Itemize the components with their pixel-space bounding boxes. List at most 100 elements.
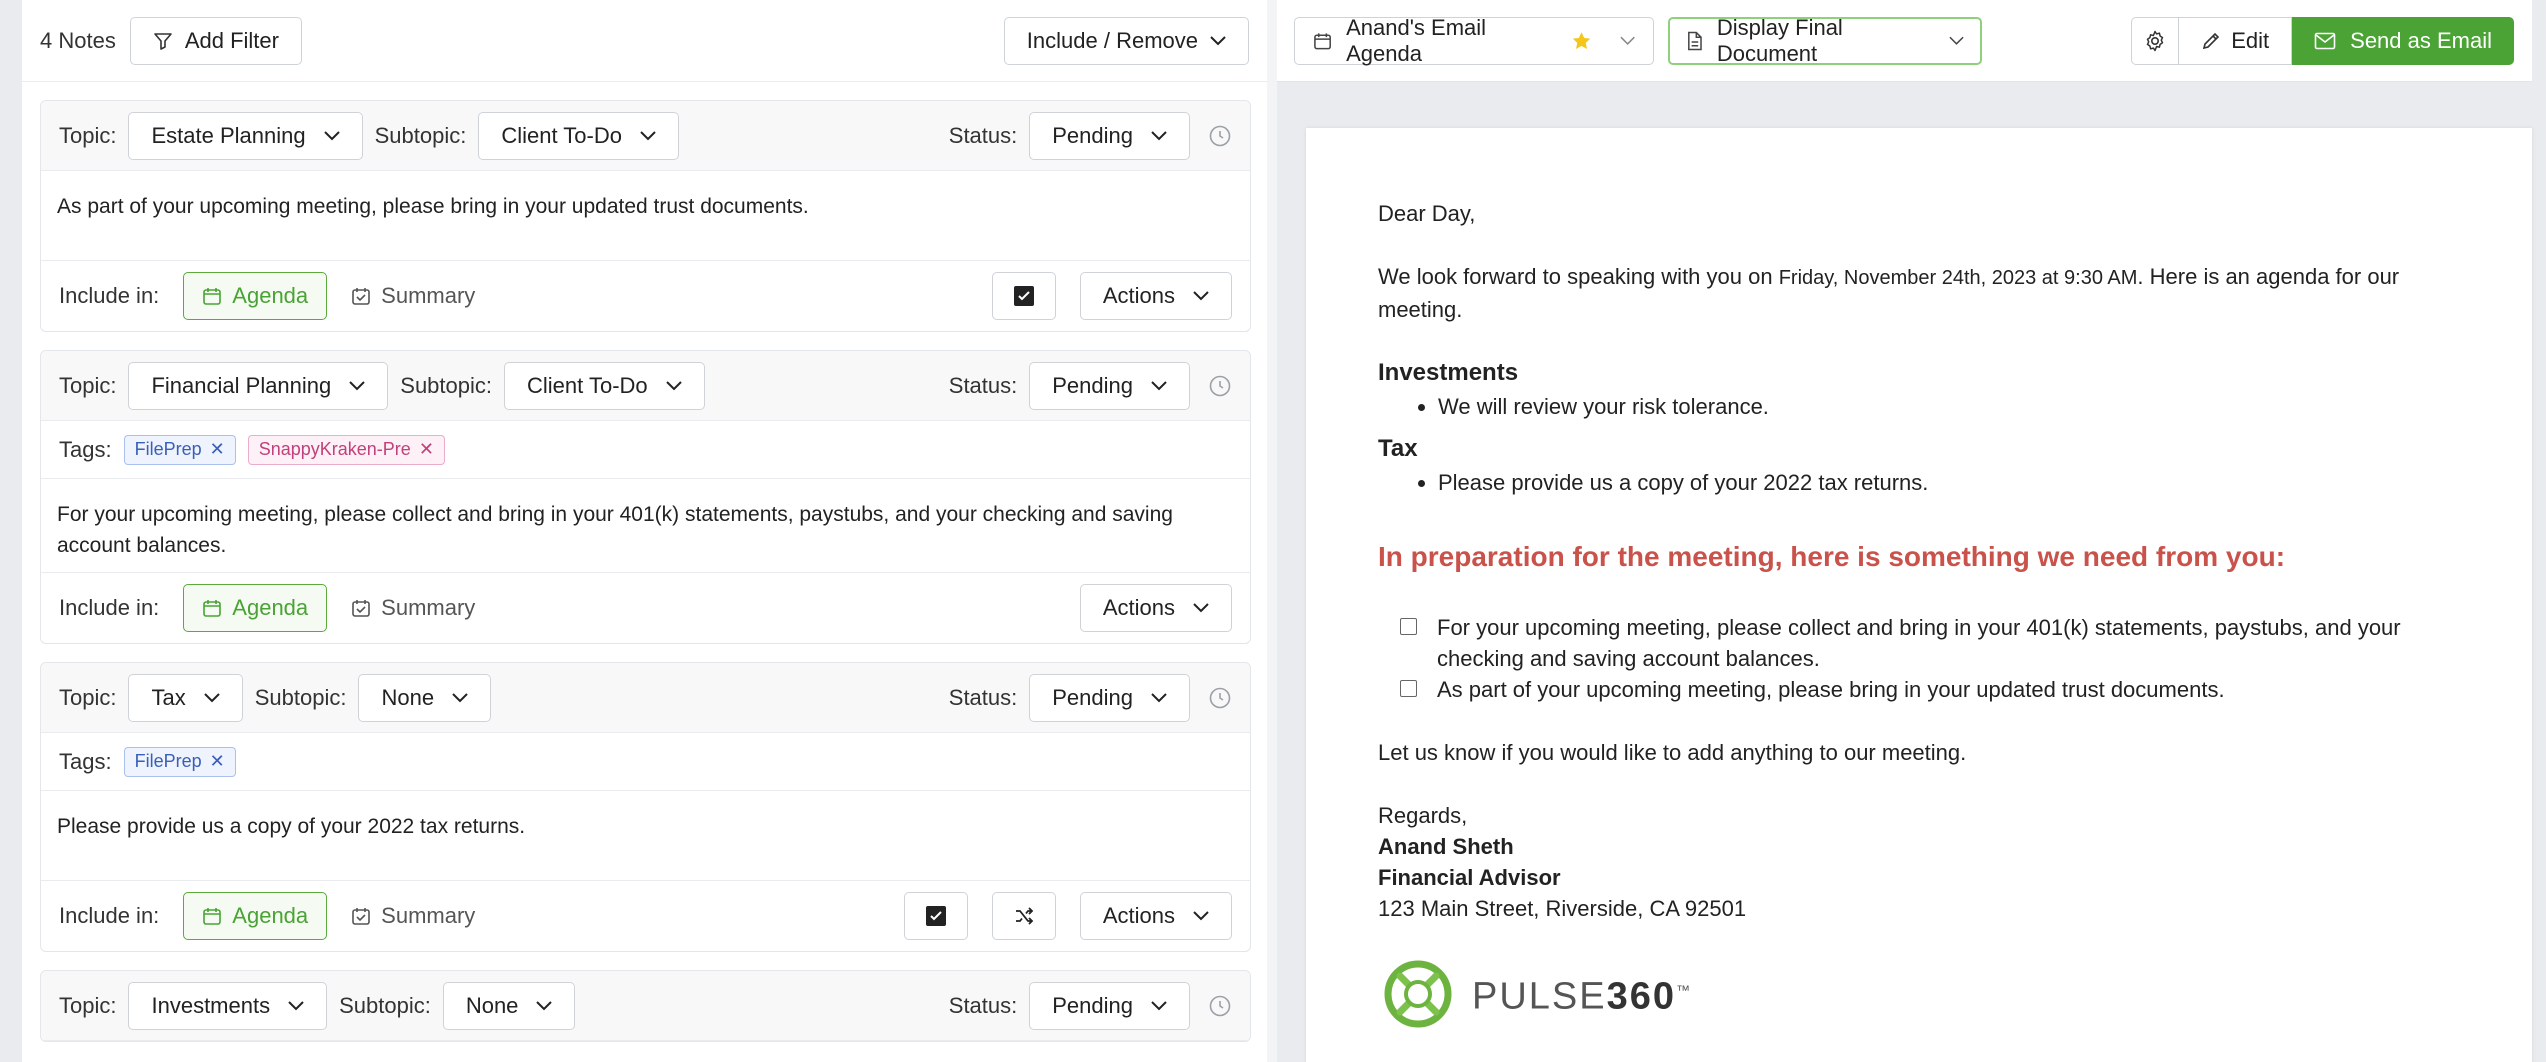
tag-chip: SnappyKraken-Pre ✕	[247, 434, 445, 465]
signer-address: 123 Main Street, Riverside, CA 92501	[1378, 896, 1747, 921]
edit-button[interactable]: Edit	[2179, 16, 2293, 65]
send-email-button[interactable]: Send as Email	[2292, 16, 2514, 65]
include-remove-dropdown[interactable]: Include / Remove	[1003, 16, 1249, 65]
chevron-down-icon	[204, 692, 220, 702]
note-footer: Include in: Agenda Summary Actions	[41, 261, 1250, 331]
display-mode-select[interactable]: Display Final Document	[1668, 15, 1982, 66]
chevron-down-icon	[452, 692, 468, 702]
topic-dropdown[interactable]: Financial Planning	[128, 361, 389, 410]
tags-row: Tags: FilePrep ✕	[41, 733, 1250, 791]
panel-divider[interactable]	[1267, 0, 1277, 1062]
subtopic-dropdown[interactable]: None	[442, 981, 576, 1030]
status-value: Pending	[1052, 122, 1133, 148]
status-dropdown[interactable]: Pending	[1029, 111, 1190, 160]
subtopic-dropdown[interactable]: None	[358, 673, 492, 722]
close-icon[interactable]: ✕	[210, 439, 225, 460]
note-card: Topic: Financial Planning Subtopic: Clie…	[40, 350, 1251, 644]
shuffle-button[interactable]	[991, 892, 1056, 940]
topic-label: Topic:	[59, 684, 117, 710]
summary-toggle[interactable]: Summary	[351, 903, 475, 929]
clock-icon[interactable]	[1208, 124, 1232, 148]
clock-icon[interactable]	[1208, 686, 1232, 710]
logo-text-light: PULSE	[1472, 975, 1607, 1018]
add-filter-button[interactable]: Add Filter	[129, 16, 302, 65]
mark-complete-button[interactable]	[991, 272, 1056, 320]
star-icon[interactable]	[1571, 30, 1592, 52]
agenda-template-label: Anand's Email Agenda	[1346, 14, 1487, 66]
intro-before: We look forward to speaking with you on	[1378, 264, 1779, 289]
section-item: We will review your risk tolerance.	[1438, 389, 2460, 425]
status-dropdown[interactable]: Pending	[1029, 981, 1190, 1030]
logo-trademark: ™	[1676, 982, 1693, 999]
tags-row: Tags: FilePrep ✕ SnappyKraken-Pre ✕	[41, 421, 1250, 479]
chevron-down-icon	[1151, 692, 1167, 702]
close-icon[interactable]: ✕	[210, 751, 225, 772]
note-text[interactable]: As part of your upcoming meeting, please…	[41, 171, 1250, 261]
topic-value: Tax	[151, 684, 186, 710]
check-icon	[1013, 286, 1034, 306]
chevron-down-icon	[323, 130, 340, 140]
topic-label: Topic:	[59, 372, 117, 398]
status-label: Status:	[948, 684, 1018, 710]
note-card: Topic: Tax Subtopic: None Status: Pendin…	[40, 662, 1251, 952]
subtopic-value: None	[465, 992, 519, 1018]
agenda-toggle[interactable]: Agenda	[183, 584, 328, 632]
intro-paragraph: We look forward to speaking with you on …	[1378, 261, 2460, 325]
close-icon[interactable]: ✕	[419, 439, 434, 460]
subtopic-dropdown[interactable]: Client To-Do	[478, 111, 679, 160]
tag-label: FilePrep	[134, 751, 202, 771]
note-header: Topic: Tax Subtopic: None Status: Pendin…	[41, 663, 1250, 733]
note-header: Topic: Financial Planning Subtopic: Clie…	[41, 351, 1250, 421]
mark-complete-button[interactable]	[903, 892, 968, 940]
need-heading: In preparation for the meeting, here is …	[1378, 541, 2286, 572]
calendar-check-icon	[352, 600, 370, 617]
actions-dropdown[interactable]: Actions	[1079, 272, 1232, 320]
settings-button[interactable]	[2131, 16, 2180, 65]
status-label: Status:	[948, 372, 1018, 398]
chevron-down-icon	[665, 380, 682, 390]
checkbox-icon[interactable]	[1400, 618, 1417, 635]
agenda-toggle[interactable]: Agenda	[183, 272, 328, 320]
document-panel: Anand's Email Agenda Display Final Docum…	[1277, 0, 2532, 1062]
notes-panel: 4 Notes Add Filter Include / Remove Topi…	[22, 0, 1267, 1062]
agenda-template-select[interactable]: Anand's Email Agenda	[1294, 14, 1654, 66]
section-heading: Tax	[1378, 435, 1418, 462]
agenda-toggle[interactable]: Agenda	[183, 892, 328, 940]
summary-label: Summary	[381, 903, 476, 928]
note-card: Topic: Estate Planning Subtopic: Client …	[40, 100, 1251, 332]
topic-value: Estate Planning	[151, 122, 306, 148]
checkbox-icon[interactable]	[1400, 680, 1417, 697]
actions-dropdown[interactable]: Actions	[1079, 892, 1232, 940]
notes-list: Topic: Estate Planning Subtopic: Client …	[22, 82, 1267, 1042]
note-text[interactable]: Please provide us a copy of your 2022 ta…	[41, 791, 1250, 881]
summary-toggle[interactable]: Summary	[351, 595, 475, 621]
actions-dropdown[interactable]: Actions	[1079, 584, 1232, 632]
summary-toggle[interactable]: Summary	[351, 283, 475, 309]
notes-toolbar: 4 Notes Add Filter Include / Remove	[22, 0, 1267, 82]
clock-icon[interactable]	[1208, 374, 1232, 398]
calendar-check-icon	[352, 288, 370, 305]
topic-dropdown[interactable]: Estate Planning	[128, 111, 363, 160]
section-item: Please provide us a copy of your 2022 ta…	[1438, 465, 2460, 501]
mail-icon	[2314, 32, 2336, 49]
chevron-down-icon	[536, 1000, 553, 1010]
section-heading: Investments	[1378, 359, 1519, 386]
document-icon	[1688, 31, 1702, 50]
status-dropdown[interactable]: Pending	[1029, 673, 1190, 722]
topic-label: Topic:	[59, 122, 117, 148]
gear-icon	[2146, 30, 2164, 51]
status-label: Status:	[948, 992, 1018, 1018]
chevron-down-icon	[349, 380, 365, 390]
clock-icon[interactable]	[1208, 994, 1232, 1018]
subtopic-dropdown[interactable]: Client To-Do	[504, 361, 705, 410]
summary-label: Summary	[381, 595, 476, 620]
tags-label: Tags:	[59, 436, 112, 462]
status-dropdown[interactable]: Pending	[1029, 361, 1190, 410]
chevron-down-icon	[1151, 380, 1167, 390]
topic-dropdown[interactable]: Tax	[128, 673, 243, 722]
chevron-down-icon	[1151, 130, 1167, 140]
checklist-text: As part of your upcoming meeting, please…	[1437, 677, 2225, 702]
topic-dropdown[interactable]: Investments	[128, 981, 328, 1030]
note-header: Topic: Estate Planning Subtopic: Client …	[41, 101, 1250, 171]
note-text[interactable]: For your upcoming meeting, please collec…	[41, 479, 1250, 573]
